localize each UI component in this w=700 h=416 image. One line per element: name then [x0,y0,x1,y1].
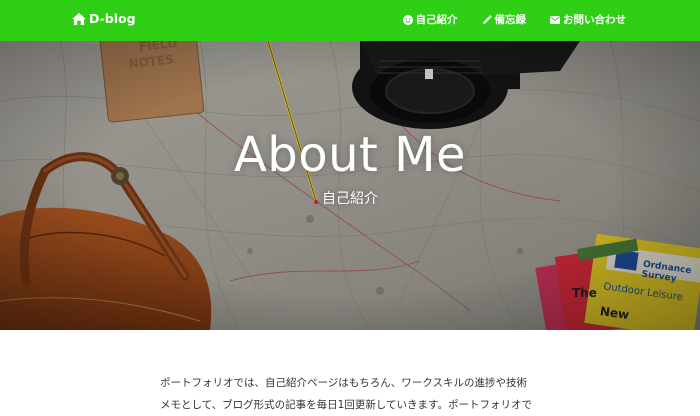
intro-line: メモとして、ブログ形式の記事を毎日1回更新していきます。ポートフォリオで [160,399,532,411]
smile-icon [402,14,413,25]
nav-item-label: 自己紹介 [415,14,458,26]
brand-label: D-blog [89,11,136,26]
nav-item-memo[interactable]: 備忘録 [482,12,527,27]
intro-text: ポートフォリオでは、自己紹介ページはもちろん、ワークスキルの進捗や技術 メモとし… [160,372,540,416]
hero-title: About Me [233,127,467,183]
envelope-icon [550,15,560,24]
pen-icon [482,14,492,24]
hero-background-image: FIELD NOTES [0,41,700,330]
intro-line: ポートフォリオでは、自己紹介ページはもちろん、ワークスキルの進捗や技術 [160,377,527,389]
nav-item-label: 備忘録 [494,14,527,26]
brand-link[interactable]: D-blog [72,11,136,26]
nav-item-contact[interactable]: お問い合わせ [550,12,626,27]
hero-banner: FIELD NOTES [0,41,700,330]
navbar: D-blog 自己紹介 備忘録 お問い合わせ [0,0,700,41]
nav-links: 自己紹介 備忘録 お問い合わせ [402,12,626,27]
main-content: ポートフォリオでは、自己紹介ページはもちろん、ワークスキルの進捗や技術 メモとし… [160,372,540,416]
nav-item-about[interactable]: 自己紹介 [402,12,458,27]
home-icon [72,12,86,25]
nav-item-label: お問い合わせ [563,14,626,26]
hero-subtitle: 自己紹介 [322,191,378,207]
